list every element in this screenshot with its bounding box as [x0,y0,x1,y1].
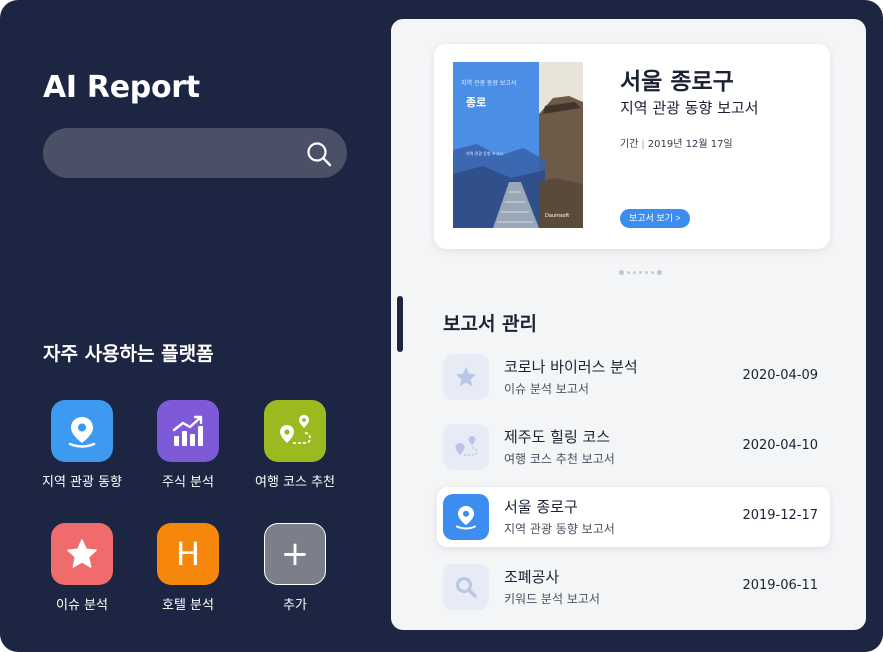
platform-label: 호텔 분석 [162,598,214,613]
report-name: 조폐공사 [504,568,560,586]
cover-top-text: 지역 관광 동향 보고서 [461,80,517,87]
hotel-h-icon: H [157,523,219,585]
carousel-dot[interactable] [633,271,636,274]
carousel-dot-active[interactable] [619,270,624,275]
hotel-glyph: H [175,535,201,573]
report-date: 2019-12-17 [742,508,818,523]
chart-up-icon [157,400,219,462]
report-list-title: 보고서 관리 [443,313,538,335]
search-icon[interactable] [305,140,333,168]
star-icon [51,523,113,585]
platform-label: 여행 코스 추천 [254,475,336,490]
route-icon [443,424,489,470]
cover-sub-text: 지역 관광 동향 보고서 [466,151,503,156]
platform-label: 주식 분석 [162,475,214,490]
platform-regional-tourism[interactable]: 지역 관광 동향 [27,400,137,500]
carousel-dot[interactable] [651,271,654,274]
carousel-dot[interactable] [645,271,648,274]
featured-title: 서울 종로구 [620,69,734,95]
carousel-dot[interactable] [639,271,642,274]
period-divider: | [641,139,645,150]
report-type: 여행 코스 추천 보고서 [504,452,615,466]
report-row[interactable]: 조폐공사 키워드 분석 보고서 2019-06-11 [437,557,830,617]
platforms-title: 자주 사용하는 플랫폼 [43,343,214,365]
cover-brand: Daumsoft [545,213,570,219]
report-name: 제주도 힐링 코스 [504,428,611,446]
report-row[interactable]: 코로나 바이러스 분석 이슈 분석 보고서 2020-04-09 [437,347,830,407]
report-date: 2020-04-09 [742,368,818,383]
app-title: AI Report [43,70,200,105]
plus-glyph: + [280,534,310,574]
platform-label: 추가 [283,598,307,613]
platform-issue-analysis[interactable]: 이슈 분석 [27,523,137,623]
panel-scrollbar-handle[interactable] [397,296,403,352]
carousel-dot[interactable] [627,271,630,274]
carousel-indicator[interactable] [619,270,662,275]
cover-region: 종로 [466,96,487,109]
platform-hotel-analysis[interactable]: H 호텔 분석 [133,523,243,623]
report-date: 2020-04-10 [742,438,818,453]
report-panel: 지역 관광 동향 보고서 종로 지역 관광 동향 보고서 Daumsoft 서울… [391,19,866,630]
report-type: 키워드 분석 보고서 [504,592,600,606]
report-type: 지역 관광 동향 보고서 [504,522,615,536]
featured-report-card[interactable]: 지역 관광 동향 보고서 종로 지역 관광 동향 보고서 Daumsoft 서울… [434,44,830,249]
carousel-dot[interactable] [657,270,662,275]
search-input[interactable] [61,128,301,178]
period-value: 2019년 12월 17일 [647,139,733,150]
app-window: AI Report 자주 사용하는 플랫폼 지역 관광 동향 주식 분석 여행 … [0,0,883,652]
period-label: 기간 [620,139,639,150]
platform-stock-analysis[interactable]: 주식 분석 [133,400,243,500]
report-type: 이슈 분석 보고서 [504,382,589,396]
search-icon [443,564,489,610]
view-report-button[interactable]: 보고서 보기 > [620,209,690,228]
report-cover-image: 지역 관광 동향 보고서 종로 지역 관광 동향 보고서 Daumsoft [453,62,583,228]
plus-icon: + [264,523,326,585]
platform-label: 이슈 분석 [56,598,108,613]
report-date: 2019-06-11 [742,578,818,593]
report-row-selected[interactable]: 서울 종로구 지역 관광 동향 보고서 2019-12-17 [437,487,830,547]
map-pin-icon [443,494,489,540]
search-bar[interactable] [43,128,347,178]
star-icon [443,354,489,400]
report-name: 코로나 바이러스 분석 [504,358,638,376]
map-pin-icon [51,400,113,462]
featured-subtitle: 지역 관광 동향 보고서 [620,99,759,117]
platform-add[interactable]: + 추가 [240,523,350,623]
platform-travel-course[interactable]: 여행 코스 추천 [240,400,350,500]
route-icon [264,400,326,462]
platform-label: 지역 관광 동향 [41,475,123,490]
report-name: 서울 종로구 [504,498,578,516]
report-row[interactable]: 제주도 힐링 코스 여행 코스 추천 보고서 2020-04-10 [437,417,830,477]
featured-period: 기간 | 2019년 12월 17일 [620,135,733,150]
